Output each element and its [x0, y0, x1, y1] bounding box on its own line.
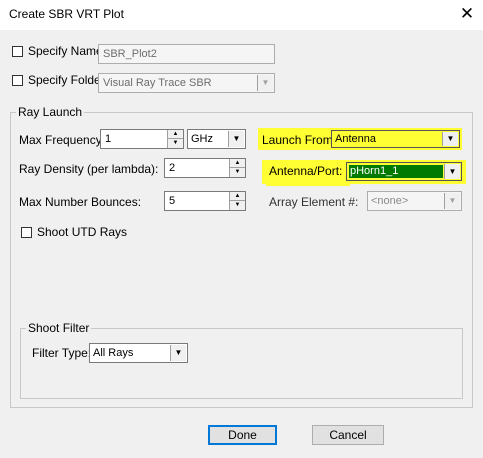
chevron-down-icon: ▼ [257, 75, 273, 91]
max-frequency-label: Max Frequency: [19, 133, 106, 147]
shoot-filter-group-label: Shoot Filter [26, 321, 92, 335]
launch-from-select[interactable]: Antenna ▼ [331, 130, 460, 148]
launch-from-value: Antenna [335, 133, 376, 145]
specify-folder-label: Specify Folder [28, 73, 105, 87]
array-element-label: Array Element #: [269, 195, 359, 209]
max-bounces-input[interactable]: 5 ▲ ▼ [164, 191, 246, 211]
done-button[interactable]: Done [208, 425, 277, 445]
specify-name-checkbox[interactable] [12, 46, 23, 57]
chevron-down-icon[interactable]: ▼ [444, 164, 460, 179]
ray-density-label: Ray Density (per lambda): [19, 162, 159, 176]
filter-type-select[interactable]: All Rays ▼ [89, 343, 188, 363]
ray-launch-group-label: Ray Launch [16, 105, 85, 119]
antenna-port-select[interactable]: pHorn1_1 ▼ [346, 162, 462, 181]
folder-select-value: Visual Ray Trace SBR [103, 77, 212, 89]
ray-density-spinner[interactable]: ▲ ▼ [229, 159, 245, 177]
shoot-filter-group [20, 328, 463, 399]
array-element-select: <none> ▼ [367, 191, 462, 211]
max-bounces-value: 5 [169, 195, 176, 207]
filter-type-label: Filter Type: [32, 346, 92, 360]
chevron-down-icon: ▼ [444, 193, 460, 209]
antenna-port-label: Antenna/Port: [269, 164, 343, 178]
max-frequency-spinner[interactable]: ▲ ▼ [167, 130, 183, 148]
chevron-down-icon[interactable]: ▼ [442, 132, 458, 146]
folder-select: Visual Ray Trace SBR ▼ [98, 73, 275, 93]
antenna-port-value: pHorn1_1 [350, 165, 399, 177]
plot-name-field: SBR_Plot2 [98, 44, 275, 64]
filter-type-value: All Rays [93, 347, 134, 359]
window-title: Create SBR VRT Plot [9, 7, 124, 21]
max-bounces-spinner[interactable]: ▲ ▼ [229, 192, 245, 210]
shoot-utd-label: Shoot UTD Rays [37, 225, 128, 239]
frequency-unit-select[interactable]: GHz ▼ [187, 129, 246, 149]
chevron-down-icon[interactable]: ▼ [228, 131, 244, 147]
frequency-unit-value: GHz [191, 133, 213, 145]
chevron-down-icon[interactable]: ▼ [170, 345, 186, 361]
ray-density-value: 2 [169, 162, 176, 174]
max-bounces-label: Max Number Bounces: [19, 195, 142, 209]
specify-name-label: Specify Name [28, 44, 103, 58]
max-frequency-value: 1 [105, 133, 112, 145]
specify-folder-checkbox[interactable] [12, 75, 23, 86]
array-element-value: <none> [371, 195, 409, 207]
max-frequency-input[interactable]: 1 ▲ ▼ [100, 129, 184, 149]
launch-from-label: Launch From: [262, 133, 337, 147]
close-icon[interactable]: ✕ [456, 3, 478, 25]
cancel-button[interactable]: Cancel [312, 425, 384, 445]
ray-density-input[interactable]: 2 ▲ ▼ [164, 158, 246, 178]
shoot-utd-checkbox[interactable] [21, 227, 32, 238]
